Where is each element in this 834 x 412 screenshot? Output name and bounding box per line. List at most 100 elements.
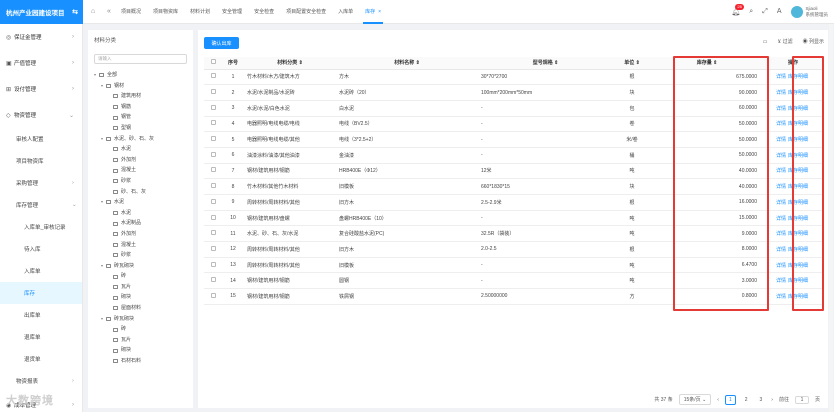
stock-detail-link[interactable]: 库存明细 <box>788 90 808 96</box>
tree-node[interactable]: 瓦片 <box>94 282 187 293</box>
stock-detail-link[interactable]: 库存明细 <box>788 200 808 206</box>
tabs-scroll-left-icon[interactable]: « <box>103 8 115 15</box>
tree-node[interactable]: 砂浆 <box>94 176 187 187</box>
stock-detail-link[interactable]: 库存明细 <box>788 137 808 143</box>
detail-link[interactable]: 详情 <box>776 247 786 253</box>
tab-item[interactable]: 材料计划 <box>184 0 216 24</box>
fullscreen-icon[interactable]: ⤢ <box>762 8 768 16</box>
stock-detail-link[interactable]: 库存明细 <box>788 263 808 269</box>
detail-link[interactable]: 详情 <box>776 90 786 96</box>
tree-node[interactable]: 水泥制品 <box>94 218 187 229</box>
sidebar-item-deposit[interactable]: ◎ 保证金管理 › <box>0 24 82 50</box>
tree-node[interactable]: ▾ 水泥 <box>94 197 187 208</box>
tree-node[interactable]: ▾ 全部 <box>94 70 187 81</box>
detail-link[interactable]: 详情 <box>776 137 786 143</box>
sidebar-leaf-return-goods[interactable]: 退货单 <box>0 348 82 370</box>
tree-node[interactable]: 钢筋 <box>94 102 187 113</box>
tree-node[interactable]: 砌块 <box>94 292 187 303</box>
folder-icon[interactable]: ▭ <box>763 39 768 45</box>
row-checkbox[interactable] <box>204 84 222 101</box>
table-row[interactable]: 5 电器照明/电线电缆/其他 电线（3*2.5+2） - 米/卷 50.0000 详情 库存明… <box>204 131 823 148</box>
sidebar-item-payment[interactable]: ⊞ 设付管理 › <box>0 76 82 102</box>
row-checkbox[interactable] <box>204 241 222 258</box>
stock-detail-link[interactable]: 库存明细 <box>788 153 808 159</box>
detail-link[interactable]: 详情 <box>776 74 786 80</box>
row-checkbox[interactable] <box>204 288 222 305</box>
detail-link[interactable]: 详情 <box>776 106 786 112</box>
row-checkbox[interactable] <box>204 69 222 86</box>
collapse-menu-icon[interactable]: ⇆ <box>72 8 78 16</box>
stock-detail-link[interactable]: 库存明细 <box>788 278 808 284</box>
sidebar-sub-reviewer[interactable]: 审核人配置 <box>0 128 82 150</box>
font-size-icon[interactable]: A <box>777 8 782 15</box>
sidebar-sub-purchase[interactable]: 采购管理 › <box>0 172 82 194</box>
sidebar-item-materials[interactable]: ◇ 物资管理 ⌄ <box>0 102 82 128</box>
sidebar-sub-material-lib[interactable]: 项目物资库 <box>0 150 82 172</box>
page-3-button[interactable]: 3 <box>757 396 766 404</box>
page-size-select[interactable]: 15条/页 ⌄ <box>678 394 712 405</box>
bell-icon[interactable]: 🔔︎ 25 <box>731 3 744 16</box>
stock-detail-link[interactable]: 库存明细 <box>788 121 808 127</box>
sidebar-leaf-inbound-review[interactable]: 入库单_审核记录 <box>0 216 82 238</box>
tree-node[interactable]: ▾ 钢材 <box>94 81 187 92</box>
row-checkbox[interactable] <box>204 100 222 117</box>
row-checkbox[interactable] <box>204 116 222 133</box>
tree-node[interactable]: 砌块 <box>94 345 187 356</box>
detail-link[interactable]: 详情 <box>776 121 786 127</box>
tab-item[interactable]: 安全管理 <box>216 0 248 24</box>
tree-node[interactable]: 水泥 <box>94 144 187 155</box>
tree-node[interactable]: 水泥 <box>94 208 187 219</box>
table-row[interactable]: 12 周转材料/周转材料/其他 旧方木 2.0-2.5 根 8.0000 详情 库存明细 <box>204 241 823 258</box>
tree-node[interactable]: 瓦片 <box>94 335 187 346</box>
tab-item[interactable]: 项目概况 <box>115 0 147 24</box>
table-row[interactable]: 4 电器照明/电线电缆/电线 电线（BV2.5） - 卷 50.0000 详情 库存明细 <box>204 116 823 133</box>
select-all-checkbox[interactable] <box>204 57 222 70</box>
tree-node[interactable]: 混凝土 <box>94 240 187 251</box>
table-row[interactable]: 6 油漆涂料/油漆/其他油漆 金油漆 - 桶 50.0000 详情 库存明细 <box>204 147 823 164</box>
tree-node[interactable]: ▾ 砖瓦砌块 <box>94 261 187 272</box>
tree-node[interactable]: ▾ 砖瓦砌块 <box>94 314 187 325</box>
detail-link[interactable]: 详情 <box>776 294 786 300</box>
sidebar-leaf-pending-inbound[interactable]: 待入库 <box>0 238 82 260</box>
detail-link[interactable]: 详情 <box>776 168 786 174</box>
tree-node[interactable]: 砖 <box>94 324 187 335</box>
search-icon[interactable]: ⌕ <box>749 8 753 16</box>
detail-link[interactable]: 详情 <box>776 263 786 269</box>
sidebar-leaf-inbound[interactable]: 入库单 <box>0 260 82 282</box>
columns-button[interactable]: ◉ 列显示 <box>803 38 824 45</box>
row-checkbox[interactable] <box>204 147 222 164</box>
sidebar-item-output[interactable]: ▣ 产值管理 › <box>0 50 82 76</box>
tree-node[interactable]: ▾ 水泥、砂、石、灰 <box>94 134 187 145</box>
confirm-outbound-button[interactable]: 确认出库 <box>204 37 239 49</box>
table-row[interactable]: 8 竹木材料/其他竹木材料 旧模板 660*1830*15 块 40.0000 详情 库存明细 <box>204 178 823 195</box>
stock-detail-link[interactable]: 库存明细 <box>788 231 808 237</box>
tab-item[interactable]: 项目物资库 <box>147 0 184 24</box>
page-1-button[interactable]: 1 <box>724 394 736 405</box>
sidebar-leaf-outbound[interactable]: 出库单 <box>0 304 82 326</box>
filter-button[interactable]: ⊻ 过滤 <box>778 38 793 45</box>
table-row[interactable]: 3 水泥/水泥/白色水泥 白水泥 - 包 60.0000 详情 库存明细 <box>204 100 823 117</box>
table-row[interactable]: 11 水泥、砂、石、灰/水泥 复合硅酸盐水泥(PC) 32.5R（袋装）吨 9.0000… <box>204 225 823 243</box>
stock-detail-link[interactable]: 库存明细 <box>788 294 808 300</box>
row-checkbox[interactable] <box>204 178 222 195</box>
stock-detail-link[interactable]: 库存明细 <box>788 74 808 80</box>
detail-link[interactable]: 详情 <box>776 153 786 159</box>
tab-item[interactable]: 项目配置安全检查 <box>280 0 332 24</box>
close-icon[interactable]: × <box>378 9 381 15</box>
row-checkbox[interactable] <box>204 194 222 211</box>
col-header-category[interactable]: 材料分类 ⇕ <box>244 57 336 70</box>
stock-detail-link[interactable]: 库存明细 <box>788 184 808 190</box>
table-row[interactable]: 1 竹木材料/木方/建筑木方 方木 30*70*2700 根 675.0000 详情 库存明细 <box>204 69 823 86</box>
row-checkbox[interactable] <box>204 257 222 274</box>
sidebar-sub-report[interactable]: 物资报表 › <box>0 370 82 392</box>
detail-link[interactable]: 详情 <box>776 278 786 284</box>
scrollbar[interactable] <box>829 24 833 412</box>
table-row[interactable]: 2 水泥/水泥制品/水泥砖 水泥砖（20） 100mm*200mm*50mm 块 90.0… <box>204 84 823 101</box>
detail-link[interactable]: 详情 <box>776 200 786 206</box>
sidebar-sub-inventory[interactable]: 库存管理 ⌄ <box>0 194 82 216</box>
tree-node[interactable]: 外加剂 <box>94 229 187 240</box>
table-row[interactable]: 15 钢材/建筑用材/钢筋 铁屑钢 2.50000000 方 0.8000 详情 库存明细 <box>204 288 823 305</box>
tree-node[interactable]: 屋面材料 <box>94 303 187 314</box>
tab-item[interactable]: 入库单 <box>332 0 359 24</box>
tree-node[interactable]: 型钢 <box>94 123 187 134</box>
